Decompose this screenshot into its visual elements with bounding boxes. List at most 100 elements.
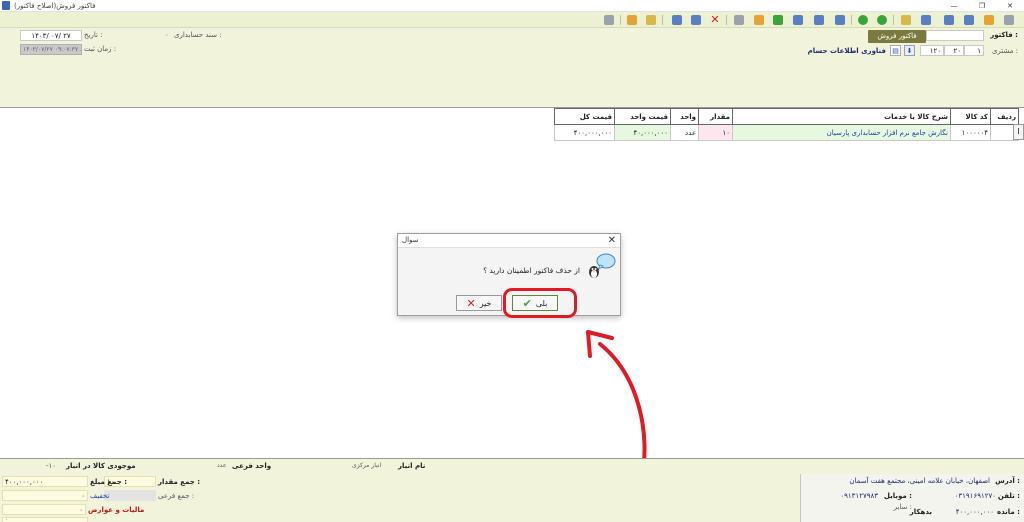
maximize-button[interactable]: ❐ — [968, 0, 996, 12]
customer-info-box: آدرس : اصفهان، خیابان علامه امینی، مجتمع… — [800, 474, 1024, 522]
invoice-number-field[interactable] — [926, 30, 984, 41]
column-header-unit-price[interactable]: قیمت واحد — [614, 108, 671, 125]
subunit-sum-label: جمع فرعی : — [158, 492, 195, 500]
app-icon — [2, 1, 10, 10]
stock-value: -۱۰ — [46, 462, 57, 470]
column-header-description[interactable]: شرح کالا یا خدمات — [732, 108, 951, 125]
window-title: فاکتور فروش(اصلاح فاکتور) — [14, 1, 96, 10]
report-icon[interactable] — [773, 15, 783, 25]
row-indicator-icon[interactable]: I — [1013, 124, 1024, 140]
cell-unit-price[interactable]: ۴۰,۰۰۰,۰۰۰ — [614, 124, 671, 141]
dialog-title: سوال — [402, 236, 419, 244]
import-icon[interactable] — [627, 15, 637, 25]
address-value: اصفهان، خیابان علامه امینی، مجتمع هفت آس… — [849, 477, 990, 485]
previous-icon[interactable] — [877, 15, 887, 25]
other-label: سایر : — [893, 503, 912, 511]
amount-sum-field: ۴۰۰,۰۰۰,۰۰۰ — [2, 476, 88, 487]
car-icon[interactable] — [604, 15, 614, 25]
copy-icon[interactable] — [691, 15, 701, 25]
toolbar-separator — [726, 15, 727, 25]
discount-label: تخفیف — [90, 492, 110, 500]
tax-field[interactable]: ۰ — [2, 504, 86, 515]
address-label: آدرس : — [995, 477, 1020, 485]
toolbar-separator — [851, 15, 852, 25]
subunit-label: واحد فرعی — [232, 462, 272, 470]
cell-total[interactable]: ۴۰۰,۰۰۰,۰۰۰ — [554, 124, 615, 141]
mobile-label: موبایل : — [883, 492, 912, 500]
edit-icon[interactable] — [984, 15, 994, 25]
mobile-value: ۰۹۱۳۱۲۷۹۸۳ — [840, 492, 878, 500]
toolbar: ✕ — [0, 12, 1024, 28]
warehouse-label: نام انبار — [398, 462, 426, 470]
items-table: قیمت کل قیمت واحد واحد مقدار شرح کالا یا… — [554, 108, 1019, 141]
customer-code-field-3[interactable]: ۱۲۰ — [920, 45, 944, 56]
record-time-label: زمان ثبت : — [84, 45, 117, 53]
close-window-button[interactable]: ✕ — [996, 0, 1024, 12]
record-time-field: ۱۴۰۳/۰۷/۲۷ ۰۹:۰۷:۳۷ ب.ظ — [20, 44, 82, 55]
attach-icon[interactable] — [921, 15, 931, 25]
toolbar-separator — [620, 15, 621, 25]
voucher-label: سند حسابداری : — [174, 31, 222, 39]
document-lookup-icon[interactable]: ▤ — [890, 45, 901, 56]
dialog-message: از حذف فاکتور اطمینان دارید ؟ — [483, 266, 580, 275]
minimize-button[interactable]: — — [940, 0, 968, 12]
customer-name: فناوری اطلاعات حسام — [807, 47, 886, 55]
invoice-header: فاکتور : فاکتور فروش مشتری : ۱ ۲۰ ۱۲۰ ⬇ … — [0, 28, 1024, 108]
discount-field[interactable]: ۰ — [2, 490, 88, 501]
table-header-row: قیمت کل قیمت واحد واحد مقدار شرح کالا یا… — [554, 108, 1019, 125]
cell-code[interactable]: ۱۰۰۰۰۰۴ — [950, 124, 991, 141]
column-header-code[interactable]: کد کالا — [950, 108, 991, 125]
column-header-total[interactable]: قیمت کل — [554, 108, 615, 125]
dialog-close-icon[interactable]: ✕ — [608, 235, 616, 246]
table-icon[interactable] — [814, 15, 824, 25]
phone-label: تلفن : — [997, 492, 1020, 500]
column-header-qty[interactable]: مقدار — [698, 108, 733, 125]
cell-qty[interactable]: ۱۰ — [698, 124, 733, 141]
calculator-icon[interactable] — [901, 15, 911, 25]
print-icon[interactable] — [734, 15, 744, 25]
cell-unit[interactable]: عدد — [670, 124, 699, 141]
cross-icon: ✕ — [466, 296, 476, 310]
save-icon[interactable] — [944, 15, 954, 25]
preview-icon[interactable] — [754, 15, 764, 25]
column-header-unit[interactable]: واحد — [670, 108, 699, 125]
grid-icon[interactable] — [793, 15, 803, 25]
subunit-sum-field — [104, 490, 156, 501]
list-icon[interactable] — [835, 15, 845, 25]
footer-panel: نام انبار انبار مرکزی واحد فرعی عدد موجو… — [0, 458, 1024, 522]
delete-icon[interactable]: ✕ — [710, 14, 720, 25]
qty-sum-label: جمع مقدار : — [158, 478, 201, 486]
file-icon[interactable] — [1004, 15, 1014, 25]
export-icon[interactable] — [646, 15, 656, 25]
invoice-label: فاکتور : — [990, 31, 1018, 39]
dialog-title-bar: سوال ✕ — [398, 234, 620, 248]
no-button-label: خیر — [479, 298, 492, 308]
customer-code-field-1[interactable]: ۱ — [964, 45, 984, 56]
balance-label: مانده : — [996, 508, 1020, 516]
amount-sum-label: جمع مبلغ : — [90, 478, 128, 486]
highlight-ring — [503, 288, 577, 318]
date-field[interactable]: ۱۴۰۳/ ۰۷/ ۲۷ — [20, 30, 82, 41]
toolbar-separator — [662, 15, 663, 25]
document-icon[interactable] — [672, 15, 682, 25]
date-label: تاریخ : — [84, 31, 103, 39]
window-controls: — ❐ ✕ — [940, 0, 1024, 12]
phone-value: ۰۳۱۹۱۶۹۱۲۷۰ — [954, 492, 996, 500]
tax-label: مالیات و عوارض — [88, 506, 145, 514]
cell-description[interactable]: نگارش جامع نرم افزار حسابداری پارسیان — [732, 124, 951, 141]
customer-label: مشتری : — [991, 47, 1018, 55]
invoice-type-badge: فاکتور فروش — [868, 30, 926, 43]
customer-code-field-2[interactable]: ۲۰ — [944, 45, 964, 56]
balance-value: ۴۰۰,۰۰۰,۰۰۰ — [955, 508, 994, 516]
title-bar: فاکتور فروش(اصلاح فاکتور) — ❐ ✕ — [0, 0, 1024, 12]
no-button[interactable]: ✕ خیر — [456, 295, 502, 311]
subunit-value: عدد — [217, 462, 227, 469]
stock-label: موجودی کالا در انبار — [66, 462, 136, 470]
new-icon[interactable] — [964, 15, 974, 25]
table-row[interactable]: ۴۰۰,۰۰۰,۰۰۰ ۴۰,۰۰۰,۰۰۰ عدد ۱۰ نگارش جامع… — [554, 124, 1019, 141]
warehouse-value: انبار مرکزی — [352, 462, 382, 469]
column-header-row[interactable]: ردیف — [990, 108, 1019, 125]
download-icon[interactable]: ⬇ — [904, 45, 915, 56]
next-icon[interactable] — [858, 15, 868, 25]
extra-field: ۰ — [2, 517, 88, 522]
